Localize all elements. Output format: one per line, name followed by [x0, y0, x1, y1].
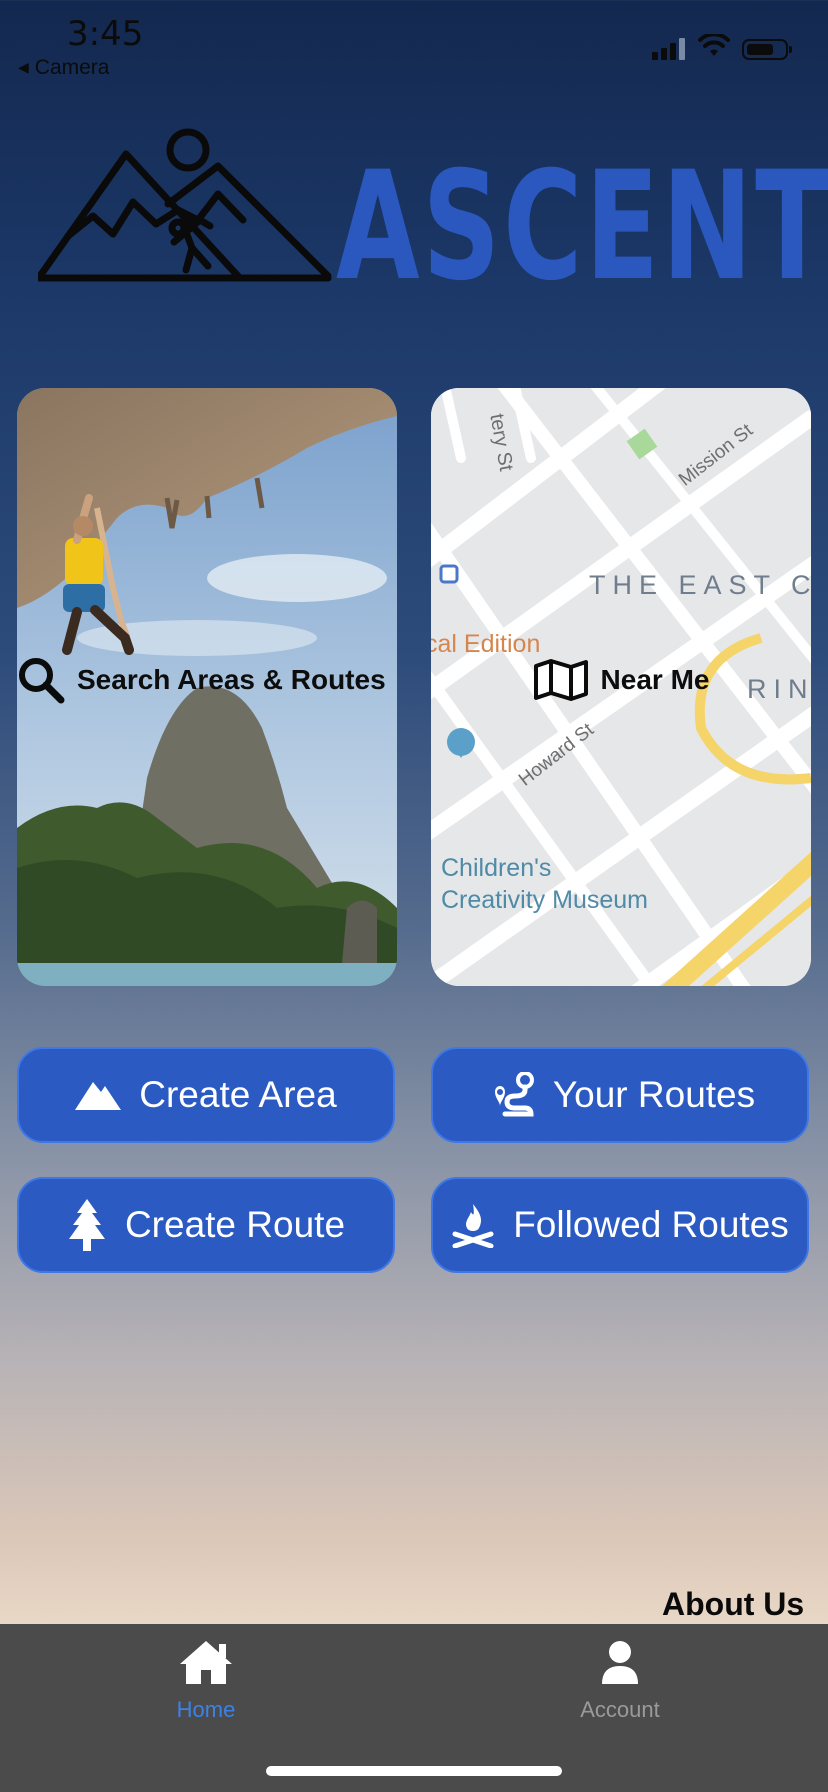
tab-account[interactable]: Account — [510, 1638, 730, 1723]
back-label: Camera — [34, 56, 110, 79]
near-me-map-card[interactable]: tery St Mission St THE EAST C cal Editio… — [431, 388, 811, 986]
your-routes-label: Your Routes — [552, 1074, 756, 1115]
battery-icon — [742, 39, 792, 60]
search-card-label-row: Search Areas & Routes — [17, 652, 397, 708]
wifi-icon — [698, 34, 730, 56]
tab-account-label: Account — [580, 1697, 660, 1722]
map-icon — [533, 659, 588, 701]
tab-home[interactable]: Home — [96, 1638, 316, 1723]
back-arrow-icon: ◀ — [18, 59, 29, 75]
tab-home-label: Home — [176, 1697, 236, 1722]
search-areas-routes-card[interactable]: Search Areas & Routes — [17, 388, 397, 986]
campfire-icon — [451, 1202, 495, 1248]
create-route-button[interactable]: Create Route — [17, 1177, 395, 1273]
near-me-label-row: Near Me — [431, 652, 811, 708]
route-icon — [485, 1072, 535, 1118]
followed-routes-label: Followed Routes — [513, 1204, 789, 1245]
signal-icon — [652, 38, 685, 60]
search-icon — [19, 658, 65, 704]
map-district-label: THE EAST C — [589, 570, 811, 600]
near-me-label: Near Me — [600, 664, 710, 695]
map-museum-label: Creativity Museum — [441, 886, 648, 914]
status-time: 3:45 — [67, 14, 144, 54]
your-routes-button[interactable]: Your Routes — [431, 1047, 809, 1143]
app-name-logo: ASCENT — [336, 140, 828, 314]
followed-routes-button[interactable]: Followed Routes — [431, 1177, 809, 1273]
search-card-label: Search Areas & Routes — [77, 664, 386, 695]
climber-mountain-logo-icon — [38, 128, 332, 282]
user-icon — [602, 1641, 638, 1684]
mountain-icon — [75, 1078, 122, 1112]
create-area-button[interactable]: Create Area — [17, 1047, 395, 1143]
home-icon — [180, 1641, 232, 1684]
home-indicator[interactable] — [266, 1766, 562, 1776]
about-us-link[interactable]: About Us — [662, 1586, 804, 1623]
create-area-label: Create Area — [139, 1074, 337, 1115]
tree-icon — [67, 1199, 107, 1251]
create-route-label: Create Route — [124, 1204, 346, 1245]
back-to-camera[interactable]: ◀ Camera — [18, 56, 109, 80]
map-museum-label: Children's — [441, 854, 552, 882]
